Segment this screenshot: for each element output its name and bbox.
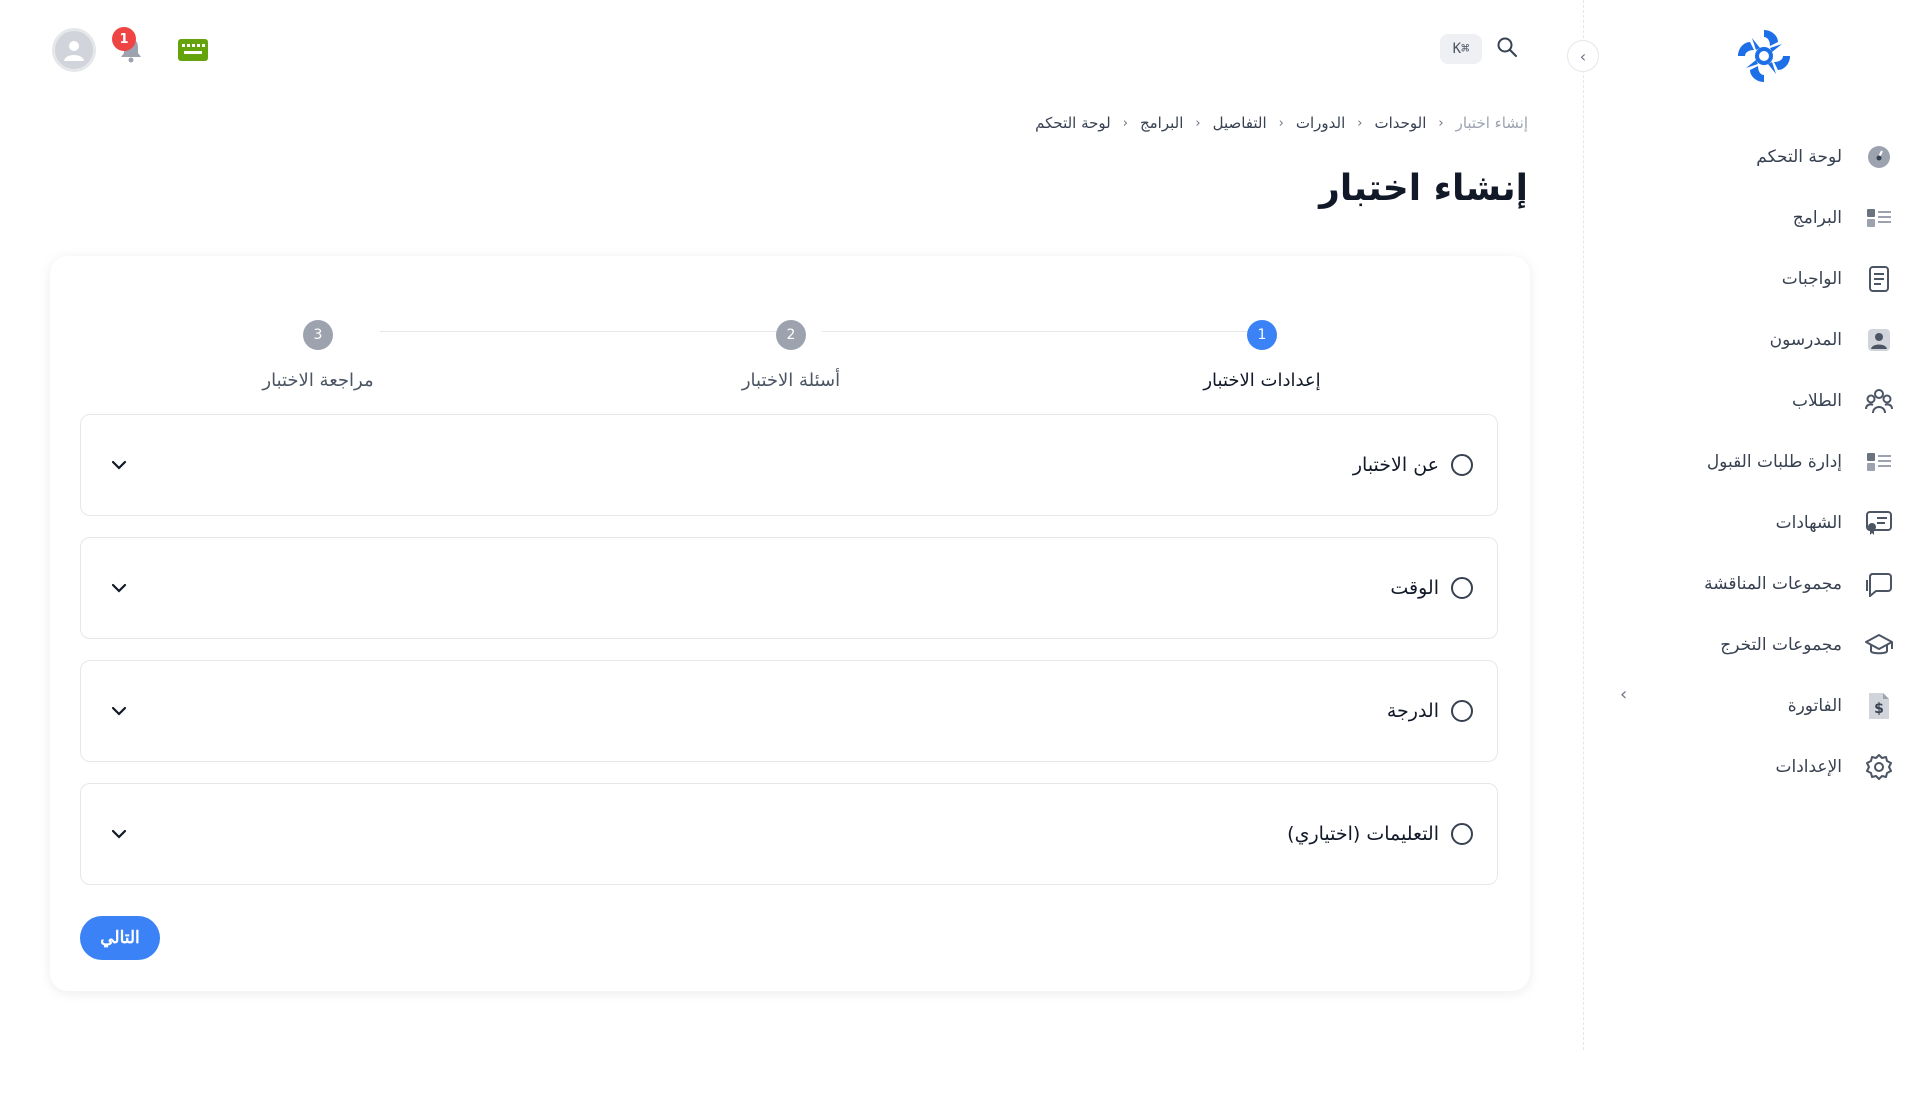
sidebar-item-label: الواجبات bbox=[1781, 268, 1842, 289]
chevron-down-icon[interactable] bbox=[109, 455, 129, 475]
sidebar-item-teachers[interactable]: المدرسون bbox=[1583, 309, 1920, 370]
sidebar: ‹ لوحة التحكم البرامج الواجبات المدرسون … bbox=[1567, 0, 1920, 1050]
sidebar-item-label: الشهادات bbox=[1775, 512, 1842, 533]
sidebar-item-graduation[interactable]: مجموعات التخرج bbox=[1583, 614, 1920, 675]
app: ‹ لوحة التحكم البرامج الواجبات المدرسون … bbox=[0, 0, 1920, 1096]
accordion-about-quiz[interactable]: عن الاختبار bbox=[80, 414, 1498, 516]
sidebar-item-invoice[interactable]: $ الفاتورة bbox=[1583, 675, 1920, 736]
sidebar-item-discussion[interactable]: مجموعات المناقشة bbox=[1583, 553, 1920, 614]
sidebar-item-label: مجموعات التخرج bbox=[1720, 634, 1842, 655]
assignments-icon bbox=[1864, 264, 1894, 294]
step-label-1[interactable]: إعدادات الاختبار bbox=[1142, 370, 1382, 391]
sidebar-item-certificates[interactable]: الشهادات bbox=[1583, 492, 1920, 553]
chevron-icon: ‹ bbox=[1438, 115, 1444, 131]
dashboard-icon bbox=[1864, 142, 1894, 172]
discussion-icon bbox=[1864, 569, 1894, 599]
top-header: K⌘ 1 bbox=[0, 0, 1583, 100]
certificates-icon bbox=[1864, 508, 1894, 538]
search-icon[interactable] bbox=[1496, 36, 1518, 62]
step-number-1[interactable]: 1 bbox=[1247, 320, 1277, 350]
radio-circle-icon[interactable] bbox=[1451, 823, 1473, 845]
chevron-icon: ‹ bbox=[1357, 115, 1363, 131]
page-title: إنشاء اختبار bbox=[1319, 168, 1528, 209]
accordion-title: التعليمات (اختياري) bbox=[1287, 823, 1439, 845]
accordion-grade[interactable]: الدرجة bbox=[80, 660, 1498, 762]
step-number-2[interactable]: 2 bbox=[776, 320, 806, 350]
step-label-2[interactable]: أسئلة الاختبار bbox=[671, 370, 911, 391]
breadcrumb-item[interactable]: الدورات bbox=[1296, 114, 1345, 132]
chevron-icon: ‹ bbox=[1195, 115, 1201, 131]
app-logo[interactable] bbox=[1732, 24, 1796, 88]
admissions-icon bbox=[1864, 447, 1894, 477]
chevron-down-icon[interactable] bbox=[109, 578, 129, 598]
user-icon bbox=[64, 41, 84, 61]
breadcrumb-item[interactable]: البرامج bbox=[1140, 114, 1183, 132]
step-label-3[interactable]: مراجعة الاختبار bbox=[198, 370, 438, 391]
search-area[interactable]: K⌘ bbox=[1440, 34, 1518, 64]
accordion-title: الوقت bbox=[1390, 577, 1439, 599]
chevron-icon: ‹ bbox=[1278, 115, 1284, 131]
sidebar-nav: لوحة التحكم البرامج الواجبات المدرسون ال… bbox=[1583, 126, 1920, 797]
teachers-icon bbox=[1864, 325, 1894, 355]
breadcrumb-item[interactable]: التفاصيل bbox=[1213, 114, 1267, 132]
quiz-form-card: 1 إعدادات الاختبار 2 أسئلة الاختبار 3 مر… bbox=[50, 256, 1530, 991]
accordion-title: عن الاختبار bbox=[1352, 454, 1439, 476]
keyboard-icon[interactable] bbox=[176, 36, 210, 64]
sidebar-item-label: المدرسون bbox=[1769, 329, 1842, 350]
chevron-down-icon[interactable] bbox=[109, 824, 129, 844]
sidebar-item-label: البرامج bbox=[1792, 207, 1842, 228]
graduation-icon bbox=[1864, 630, 1894, 660]
sidebar-item-label: إدارة طلبات القبول bbox=[1706, 451, 1842, 472]
accordion-time[interactable]: الوقت bbox=[80, 537, 1498, 639]
chevron-down-icon[interactable] bbox=[109, 701, 129, 721]
avatar[interactable] bbox=[52, 28, 96, 72]
breadcrumb: لوحة التحكم ‹ البرامج ‹ التفاصيل ‹ الدور… bbox=[1035, 114, 1528, 132]
breadcrumb-item[interactable]: الوحدات bbox=[1374, 114, 1426, 132]
sidebar-item-admissions[interactable]: إدارة طلبات القبول bbox=[1583, 431, 1920, 492]
sidebar-item-students[interactable]: الطلاب bbox=[1583, 370, 1920, 431]
sidebar-item-label: الفاتورة bbox=[1787, 695, 1842, 716]
accordion-title: الدرجة bbox=[1386, 700, 1439, 722]
sidebar-item-dashboard[interactable]: لوحة التحكم bbox=[1583, 126, 1920, 187]
radio-circle-icon[interactable] bbox=[1451, 700, 1473, 722]
invoice-icon: $ bbox=[1864, 691, 1894, 721]
next-button[interactable]: التالي bbox=[80, 916, 160, 960]
sidebar-item-label: الإعدادات bbox=[1775, 756, 1842, 777]
radio-circle-icon[interactable] bbox=[1451, 454, 1473, 476]
header-actions: 1 bbox=[52, 27, 210, 72]
sidebar-item-label: الطلاب bbox=[1792, 390, 1842, 411]
step-number-3[interactable]: 3 bbox=[303, 320, 333, 350]
svg-text:$: $ bbox=[1874, 701, 1884, 717]
notifications-button[interactable]: 1 bbox=[112, 27, 148, 67]
sidebar-item-label: مجموعات المناقشة bbox=[1704, 573, 1842, 594]
sidebar-item-assignments[interactable]: الواجبات bbox=[1583, 248, 1920, 309]
step-connector bbox=[822, 331, 1272, 332]
sidebar-item-settings[interactable]: الإعدادات bbox=[1583, 736, 1920, 797]
step-connector bbox=[380, 331, 790, 332]
breadcrumb-item[interactable]: لوحة التحكم bbox=[1035, 114, 1111, 132]
breadcrumb-current: إنشاء اختبار bbox=[1455, 114, 1528, 132]
accordion-instructions[interactable]: التعليمات (اختياري) bbox=[80, 783, 1498, 885]
chevron-left-icon[interactable]: ‹ bbox=[1620, 684, 1627, 705]
settings-icon bbox=[1864, 752, 1894, 782]
sidebar-item-programs[interactable]: البرامج bbox=[1583, 187, 1920, 248]
chevron-icon: ‹ bbox=[1122, 115, 1128, 131]
radio-circle-icon[interactable] bbox=[1451, 577, 1473, 599]
programs-icon bbox=[1864, 203, 1894, 233]
keyboard-shortcut-badge: K⌘ bbox=[1440, 34, 1482, 64]
students-icon bbox=[1864, 386, 1894, 416]
sidebar-item-label: لوحة التحكم bbox=[1756, 146, 1842, 167]
notification-badge: 1 bbox=[112, 27, 136, 51]
stepper: 1 إعدادات الاختبار 2 أسئلة الاختبار 3 مر… bbox=[50, 288, 1530, 391]
